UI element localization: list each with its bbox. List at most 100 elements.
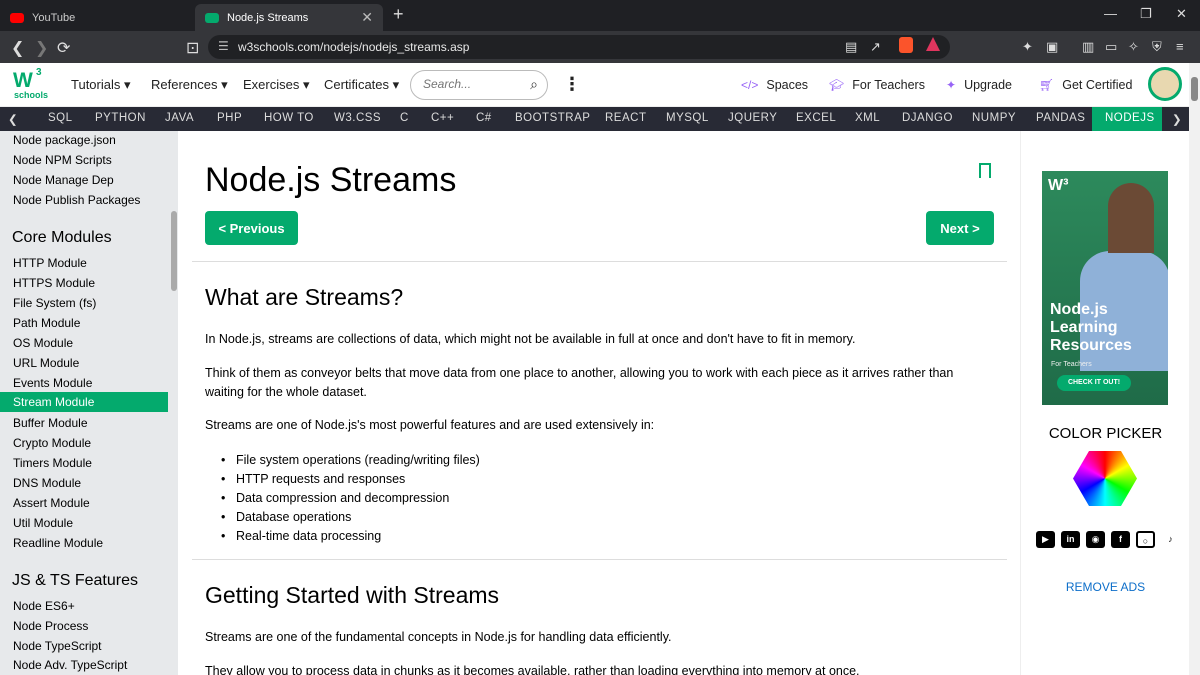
remove-ads-link[interactable]: REMOVE ADS: [1021, 580, 1190, 594]
youtube-icon[interactable]: ▶: [1036, 531, 1055, 548]
site-info-icon[interactable]: ☰: [218, 39, 229, 53]
nav-sql[interactable]: SQL: [48, 112, 73, 124]
address-bar[interactable]: ☰ w3schools.com/nodejs/nodejs_streams.as…: [208, 35, 950, 59]
nav-xml[interactable]: XML: [855, 112, 880, 124]
sidebar-item[interactable]: Node Manage Dep: [13, 173, 114, 187]
nav-csharp[interactable]: C#: [476, 112, 492, 124]
sidebar-item[interactable]: Events Module: [13, 376, 92, 390]
for-teachers-link[interactable]: 🎓︎ For Teachers: [829, 78, 925, 92]
tab-youtube[interactable]: YouTube: [0, 4, 190, 31]
sidebar-item[interactable]: Node NPM Scripts: [13, 153, 112, 167]
next-button[interactable]: Next >: [926, 211, 994, 245]
sidebar-item[interactable]: HTTP Module: [13, 256, 87, 270]
nav-left-arrow-icon[interactable]: ❮: [8, 112, 18, 126]
new-tab-icon[interactable]: +: [393, 4, 404, 25]
nav-mysql[interactable]: MYSQL: [666, 112, 709, 124]
leo-icon[interactable]: ✧: [1128, 39, 1139, 55]
sidebar-item[interactable]: Timers Module: [13, 456, 92, 470]
sidebar-item[interactable]: URL Module: [13, 356, 79, 370]
more-vertical-icon[interactable]: ⋮: [563, 74, 581, 95]
restore-icon[interactable]: ❐: [1140, 6, 1152, 22]
minimize-icon[interactable]: —: [1104, 6, 1117, 21]
nav-bootstrap[interactable]: BOOTSTRAP: [515, 112, 590, 124]
sidebar-scrollbar[interactable]: [171, 211, 177, 291]
sidebar-item[interactable]: OS Module: [13, 336, 73, 350]
sidebar-icon[interactable]: ▥: [1082, 39, 1094, 55]
menu-tutorials[interactable]: Tutorials ▾: [71, 77, 131, 93]
ad-cta-button[interactable]: CHECK IT OUT!: [1057, 375, 1131, 391]
share-icon[interactable]: ↗: [870, 39, 881, 55]
menu-references[interactable]: References ▾: [151, 77, 228, 93]
reader-icon[interactable]: ▤: [845, 39, 857, 55]
back-icon[interactable]: ❮: [11, 38, 24, 58]
close-icon[interactable]: ✕: [361, 9, 373, 26]
close-window-icon[interactable]: ✕: [1176, 6, 1187, 22]
sidebar-item[interactable]: File System (fs): [13, 296, 96, 310]
instagram-icon[interactable]: ○: [1136, 531, 1155, 548]
wallet-icon[interactable]: ▣: [1046, 39, 1058, 55]
facebook-icon[interactable]: f: [1111, 531, 1130, 548]
nav-java[interactable]: JAVA: [165, 112, 194, 124]
nav-php[interactable]: PHP: [217, 112, 242, 124]
sidebar-item[interactable]: Util Module: [13, 516, 73, 530]
tab-label: YouTube: [32, 11, 76, 24]
nav-cpp[interactable]: C++: [431, 112, 454, 124]
nav-jquery[interactable]: JQUERY: [728, 112, 777, 124]
page-scrollbar[interactable]: [1189, 63, 1200, 675]
nav-pandas[interactable]: PANDAS: [1036, 112, 1085, 124]
reload-icon[interactable]: ⟳: [57, 38, 70, 58]
sidebar-item[interactable]: Node package.json: [13, 133, 116, 147]
nav-react[interactable]: REACT: [605, 112, 646, 124]
search-input[interactable]: [423, 77, 523, 91]
search-icon[interactable]: ⌕: [530, 76, 538, 93]
nav-excel[interactable]: EXCEL: [796, 112, 836, 124]
vpn-icon[interactable]: ⛨: [1152, 39, 1162, 55]
sidebar-item-active[interactable]: Stream Module: [0, 392, 168, 412]
get-certified-link[interactable]: 🛒︎ Get Certified: [1039, 78, 1132, 92]
sidebar-item[interactable]: Node Publish Packages: [13, 193, 140, 207]
previous-button[interactable]: < Previous: [205, 211, 298, 245]
tabs-icon[interactable]: ▭: [1105, 39, 1117, 55]
sidebar-item[interactable]: Node Adv. TypeScript: [13, 658, 127, 672]
main-content: Node.js Streams < Previous Next > What a…: [178, 131, 1020, 675]
w3schools-logo[interactable]: W 3 schools: [13, 67, 48, 103]
sidebar-item[interactable]: DNS Module: [13, 476, 81, 490]
nav-python[interactable]: PYTHON: [95, 112, 146, 124]
menu-certificates[interactable]: Certificates ▾: [324, 77, 399, 93]
sidebar-heading: Core Modules: [12, 229, 112, 246]
nav-right-arrow-icon[interactable]: ❯: [1172, 112, 1182, 126]
discord-icon[interactable]: ◉: [1086, 531, 1105, 548]
search-box: ⌕: [410, 70, 548, 100]
nav-numpy[interactable]: NUMPY: [972, 112, 1016, 124]
sidebar-item[interactable]: HTTPS Module: [13, 276, 95, 290]
brave-shields-icon[interactable]: [899, 37, 913, 53]
sidebar-item[interactable]: Readline Module: [13, 536, 103, 550]
color-picker-icon[interactable]: [1073, 451, 1137, 506]
sidebar-item[interactable]: Assert Module: [13, 496, 90, 510]
sidebar-item[interactable]: Node Process: [13, 619, 88, 633]
nav-w3css[interactable]: W3.CSS: [334, 112, 381, 124]
nav-django[interactable]: DJANGO: [902, 112, 953, 124]
bookmark-page-icon[interactable]: ⊡: [186, 38, 199, 58]
sidebar-item[interactable]: Path Module: [13, 316, 80, 330]
nav-c[interactable]: C: [400, 112, 409, 124]
scrollbar-thumb[interactable]: [1191, 77, 1198, 101]
avatar[interactable]: [1148, 67, 1182, 101]
extensions-icon[interactable]: ✦: [1022, 39, 1033, 55]
upgrade-link[interactable]: ✦ Upgrade: [946, 78, 1012, 92]
forward-icon[interactable]: ❯: [35, 38, 48, 58]
tab-nodejs-streams[interactable]: Node.js Streams ✕: [195, 4, 383, 31]
menu-exercises[interactable]: Exercises ▾: [243, 77, 310, 93]
bookmark-icon[interactable]: [979, 163, 991, 178]
sidebar-item[interactable]: Buffer Module: [13, 416, 88, 430]
menu-icon[interactable]: ≡: [1176, 39, 1184, 54]
nav-nodejs[interactable]: NODEJS: [1092, 107, 1162, 131]
sidebar-item[interactable]: Node TypeScript: [13, 639, 102, 653]
sidebar-item[interactable]: Node ES6+: [13, 599, 75, 613]
ad-banner[interactable]: W³ Node.js Learning Resources For Teache…: [1042, 171, 1168, 405]
nav-howto[interactable]: HOW TO: [264, 112, 314, 124]
sidebar-item[interactable]: Crypto Module: [13, 436, 91, 450]
spaces-link[interactable]: </> Spaces: [741, 78, 808, 92]
linkedin-icon[interactable]: in: [1061, 531, 1080, 548]
tiktok-icon[interactable]: ♪: [1161, 531, 1180, 548]
